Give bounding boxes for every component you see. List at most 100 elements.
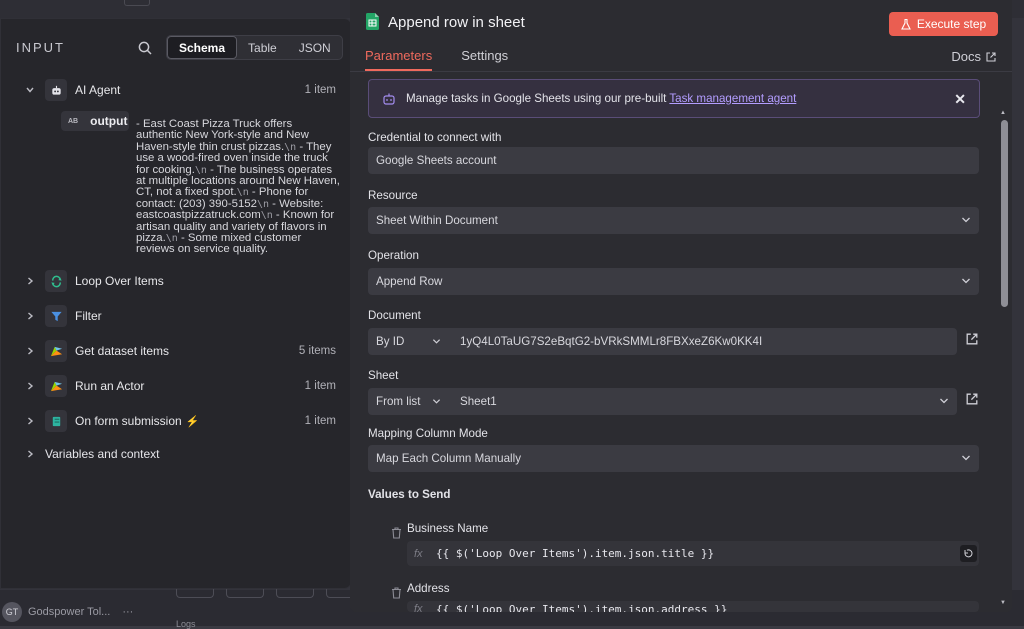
external-link-icon[interactable] (966, 333, 978, 345)
tree-node-get-dataset-items[interactable]: Get dataset items 5 items (1, 338, 351, 364)
trash-icon[interactable] (391, 587, 402, 599)
newline-token: \n (236, 187, 249, 199)
resource-label: Resource (368, 189, 418, 202)
apify-icon (45, 375, 67, 397)
value-name-address: Address (407, 582, 450, 595)
node-label: Filter (75, 309, 102, 323)
user-more-icon[interactable]: ··· (122, 606, 133, 618)
string-type-badge: AB (68, 117, 79, 125)
node-label: On form submission ⚡ (75, 414, 199, 428)
tree-node-filter[interactable]: Filter (1, 303, 351, 329)
tree-node-loop-over-items[interactable]: Loop Over Items (1, 268, 351, 294)
canvas-button[interactable] (276, 588, 314, 598)
mapping-label: Mapping Column Mode (368, 427, 488, 440)
loop-icon (45, 270, 67, 292)
document-label: Document (368, 309, 421, 322)
operation-label: Operation (368, 249, 419, 262)
sheet-value: Sheet1 (460, 395, 497, 408)
search-icon[interactable] (138, 41, 152, 55)
canvas-button[interactable] (176, 588, 214, 598)
chevron-down-icon[interactable] (939, 396, 949, 406)
task-management-agent-link[interactable]: Task management agent (669, 92, 796, 105)
credential-select[interactable]: Google Sheets account (368, 147, 979, 174)
chevron-right-icon[interactable] (25, 276, 35, 286)
chevron-down-icon (962, 455, 970, 461)
chevron-right-icon[interactable] (25, 346, 35, 356)
tree-node-on-form-submission[interactable]: On form submission ⚡ 1 item (1, 408, 351, 434)
open-expression-editor-button[interactable] (960, 545, 977, 562)
sheet-mode-select[interactable]: From list (368, 388, 452, 415)
chevron-right-icon[interactable] (25, 416, 35, 426)
scrollbar-thumb[interactable] (1001, 120, 1008, 307)
mapping-mode-select[interactable]: Map Each Column Manually (368, 445, 979, 472)
document-id-input[interactable]: 1yQ4L0TaUG7S2eBqtG2-bVRkSMMLr8FBXxeZ6Kw0… (460, 328, 762, 355)
template-banner: Manage tasks in Google Sheets using our … (368, 79, 980, 118)
scroll-up-arrow[interactable]: ▲ (1000, 110, 1006, 116)
chevron-right-icon[interactable] (25, 381, 35, 391)
banner-message: Manage tasks in Google Sheets using our … (406, 92, 667, 105)
execute-step-button[interactable]: Execute step (889, 12, 998, 36)
canvas-button[interactable] (226, 588, 264, 598)
operation-select[interactable]: Append Row (368, 268, 979, 295)
value-name-business: Business Name (407, 522, 489, 535)
tab-parameters[interactable]: Parameters (365, 48, 433, 71)
sheet-locator: From list Sheet1 (368, 388, 957, 415)
node-parameters-panel: Append row in sheet Execute step Paramet… (350, 0, 1012, 612)
view-mode-tabs: Schema Table JSON (166, 35, 343, 60)
fx-icon: fx (414, 547, 423, 560)
chevron-right-icon[interactable] (25, 449, 35, 459)
avatar: GT (2, 602, 22, 622)
external-link-icon[interactable] (966, 393, 978, 405)
chevron-down-icon[interactable] (25, 85, 35, 95)
business-name-expression[interactable]: fx {{ $('Loop Over Items').item.json.tit… (407, 541, 979, 566)
output-value: - East Coast Pizza Truck offers authenti… (136, 118, 341, 256)
chevron-down-icon (432, 339, 441, 344)
chevron-down-icon (962, 217, 970, 223)
mapping-value: Map Each Column Manually (376, 452, 521, 465)
address-expression[interactable]: fx {{ $('Loop Over Items').item.json.add… (407, 601, 979, 612)
close-icon[interactable]: ✕ (954, 91, 966, 108)
expand-icon (964, 549, 973, 558)
tree-node-run-an-actor[interactable]: Run an Actor 1 item (1, 373, 351, 399)
newline-token: \n (165, 233, 178, 245)
node-label: Run an Actor (75, 379, 145, 393)
expression-text: {{ $('Loop Over Items').item.json.addres… (436, 603, 728, 612)
item-count: 1 item (304, 415, 336, 427)
form-icon (45, 410, 67, 432)
item-count: 5 items (298, 345, 336, 357)
apify-icon (45, 340, 67, 362)
trash-icon[interactable] (391, 527, 402, 539)
document-mode-select[interactable]: By ID (368, 328, 452, 355)
sheet-select[interactable]: Sheet1 (460, 388, 497, 415)
tabs-divider (350, 71, 1012, 72)
tab-settings[interactable]: Settings (461, 48, 508, 71)
canvas-bottom-buttons (176, 588, 364, 598)
output-field-chip[interactable]: AB output (61, 111, 129, 131)
fx-icon: fx (414, 603, 423, 612)
tab-json[interactable]: JSON (288, 36, 342, 59)
execute-step-label: Execute step (916, 17, 987, 31)
chevron-right-icon[interactable] (25, 311, 35, 321)
logs-label[interactable]: Logs (176, 619, 196, 629)
node-label: Get dataset items (75, 344, 170, 358)
variables-and-context[interactable]: Variables and context (25, 447, 160, 461)
docs-link[interactable]: Docs (951, 49, 996, 64)
scroll-down-arrow[interactable]: ▼ (1000, 600, 1006, 606)
resource-select[interactable]: Sheet Within Document (368, 207, 979, 234)
tab-schema[interactable]: Schema (167, 36, 238, 59)
output-line: - East Coast Pizza Truck offers authenti… (136, 118, 309, 153)
tree-node-ai-agent[interactable]: AI Agent 1 item (1, 77, 351, 103)
canvas-top-button[interactable] (124, 0, 150, 6)
tab-table[interactable]: Table (237, 36, 288, 59)
newline-token: \n (194, 164, 207, 176)
sheet-label: Sheet (368, 369, 399, 382)
values-to-send-label: Values to Send (368, 488, 451, 501)
google-sheets-icon (366, 13, 379, 30)
user-menu[interactable]: GT Godspower Tol... ··· (0, 598, 160, 626)
node-title[interactable]: Append row in sheet (388, 14, 525, 31)
robot-icon (383, 93, 395, 105)
filter-icon (45, 305, 67, 327)
input-panel-title: INPUT (16, 40, 65, 55)
document-mode-value: By ID (376, 335, 405, 348)
credential-value: Google Sheets account (376, 154, 497, 167)
